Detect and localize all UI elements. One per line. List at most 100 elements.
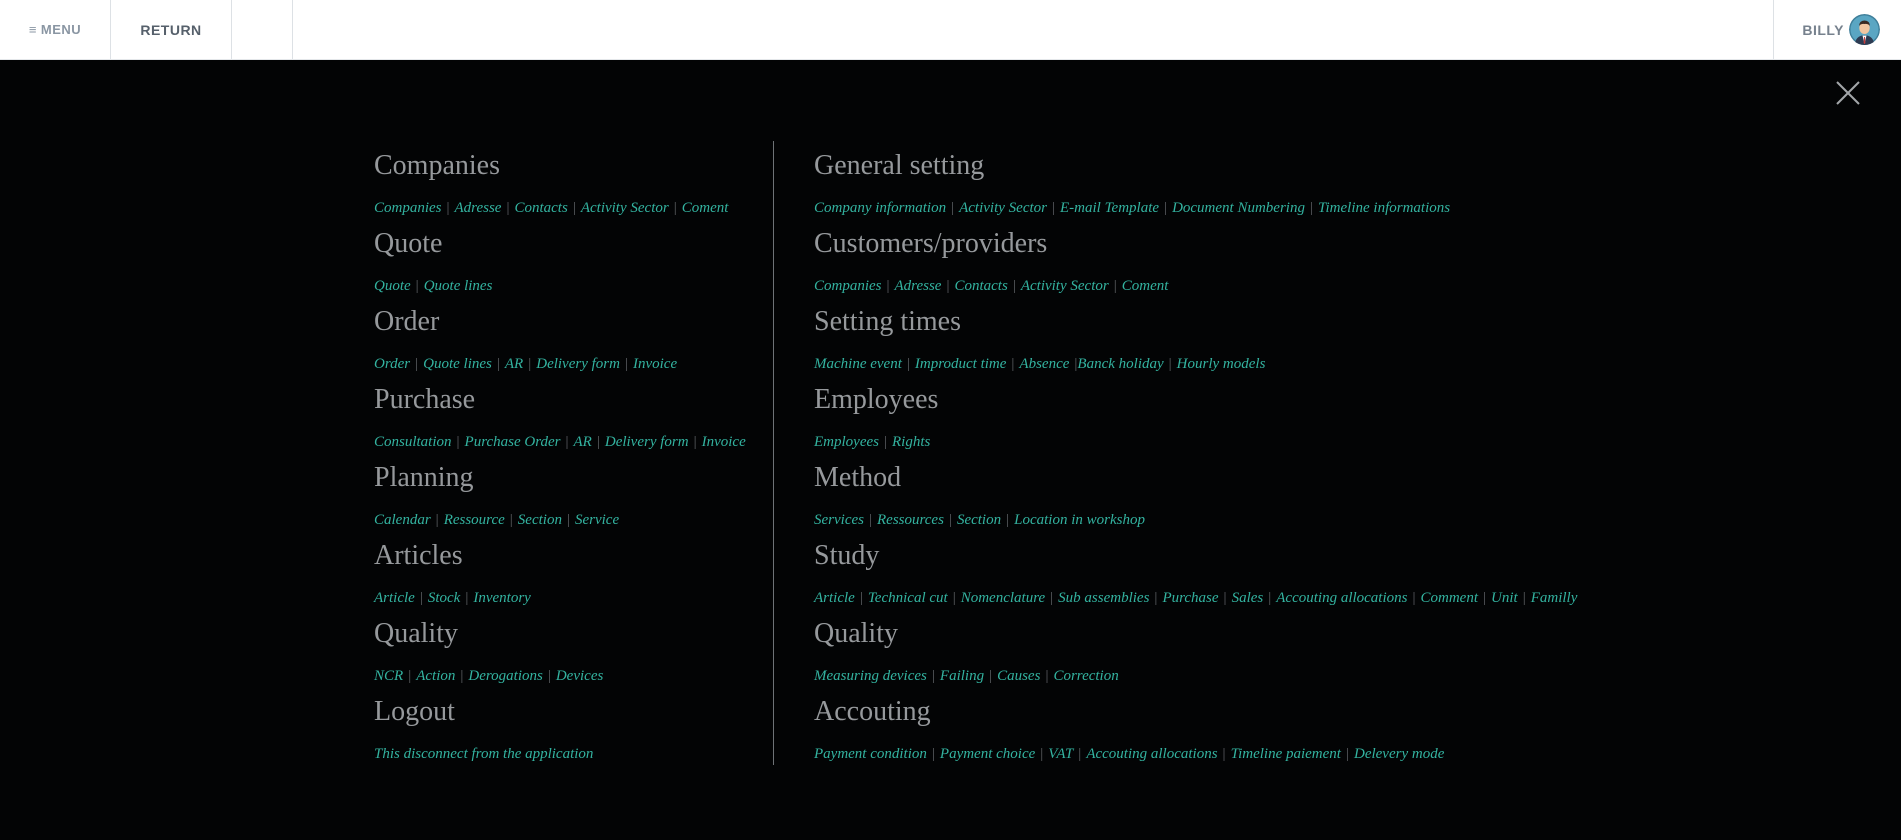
menu-link-adresse[interactable]: Adresse xyxy=(455,200,502,216)
section-title: Accouting xyxy=(814,696,931,727)
menu-link-document-numbering[interactable]: Document Numbering xyxy=(1172,200,1305,216)
menu-link-machine-event[interactable]: Machine event xyxy=(814,356,902,372)
menu-link-ressource[interactable]: Ressource xyxy=(444,512,505,528)
menu-link-comment[interactable]: Comment xyxy=(1421,590,1479,606)
menu-link-contacts[interactable]: Contacts xyxy=(954,278,1007,294)
link-separator: | xyxy=(1268,590,1272,606)
menu-link-services[interactable]: Services xyxy=(814,512,864,528)
return-button[interactable]: RETURN xyxy=(111,0,232,59)
menu-link-stock[interactable]: Stock xyxy=(428,590,460,606)
menu-link-sales[interactable]: Sales xyxy=(1232,590,1264,606)
link-separator: | xyxy=(1113,278,1117,294)
menu-link-quote-lines[interactable]: Quote lines xyxy=(424,278,493,294)
menu-link-purchase[interactable]: Purchase xyxy=(1162,590,1218,606)
menu-link-devices[interactable]: Devices xyxy=(556,668,603,684)
menu-link-ncr[interactable]: NCR xyxy=(374,668,403,684)
menu-link-section[interactable]: Section xyxy=(957,512,1001,528)
menu-link-adresse[interactable]: Adresse xyxy=(895,278,942,294)
menu-link-payment-choice[interactable]: Payment choice xyxy=(940,746,1035,762)
section-links: Quote | Quote lines xyxy=(374,278,492,294)
menu-link-section[interactable]: Section xyxy=(518,512,562,528)
menu-link-contacts[interactable]: Contacts xyxy=(514,200,567,216)
menu-link-companies[interactable]: Companies xyxy=(374,200,442,216)
menu-link-consultation[interactable]: Consultation xyxy=(374,434,452,450)
menu-link-ressources[interactable]: Ressources xyxy=(877,512,944,528)
menu-link-purchase-order[interactable]: Purchase Order xyxy=(465,434,561,450)
link-separator: | xyxy=(1222,746,1226,762)
menu-link-banck-holiday[interactable]: Banck holiday xyxy=(1077,356,1163,372)
close-icon[interactable] xyxy=(1834,79,1862,107)
menu-link-activity-sector[interactable]: Activity Sector xyxy=(1021,278,1109,294)
section-title: Purchase xyxy=(374,384,476,415)
section-title: Employees xyxy=(814,384,939,415)
link-separator: | xyxy=(1006,512,1010,528)
menu-link-accouting-allocations[interactable]: Accouting allocations xyxy=(1276,590,1407,606)
top-navbar: ≡ MENU RETURN BILLY xyxy=(0,0,1901,60)
menu-button[interactable]: ≡ MENU xyxy=(0,0,111,59)
link-separator: | xyxy=(509,512,513,528)
section-links: Calendar | Ressource | Section | Service xyxy=(374,512,619,528)
menu-link-ar[interactable]: AR xyxy=(505,356,523,372)
menu-link-measuring-devices[interactable]: Measuring devices xyxy=(814,668,927,684)
empty-nav-slot[interactable] xyxy=(232,0,293,59)
link-separator: | xyxy=(624,356,628,372)
menu-link-timeline-informations[interactable]: Timeline informations xyxy=(1318,200,1450,216)
menu-link-ar[interactable]: AR xyxy=(574,434,592,450)
menu-link-hourly-models[interactable]: Hourly models xyxy=(1177,356,1266,372)
menu-link-unit[interactable]: Unit xyxy=(1491,590,1518,606)
menu-link-familly[interactable]: Familly xyxy=(1531,590,1578,606)
menu-link-coment[interactable]: Coment xyxy=(1122,278,1169,294)
menu-link-vat[interactable]: VAT xyxy=(1048,746,1073,762)
menu-link-rights[interactable]: Rights xyxy=(892,434,930,450)
menu-link-technical-cut[interactable]: Technical cut xyxy=(868,590,948,606)
menu-link-improduct-time[interactable]: Improduct time xyxy=(915,356,1007,372)
menu-link-delivery-form[interactable]: Delivery form xyxy=(605,434,689,450)
menu-link-derogations[interactable]: Derogations xyxy=(468,668,542,684)
link-separator: | xyxy=(1412,590,1416,606)
menu-link-activity-sector[interactable]: Activity Sector xyxy=(959,200,1047,216)
link-separator: | xyxy=(1012,278,1016,294)
menu-link-service[interactable]: Service xyxy=(575,512,619,528)
menu-link-payment-condition[interactable]: Payment condition xyxy=(814,746,927,762)
menu-link-accouting-allocations[interactable]: Accouting allocations xyxy=(1086,746,1217,762)
link-separator: | xyxy=(415,356,419,372)
menu-link-failing[interactable]: Failing xyxy=(940,668,984,684)
menu-link-quote[interactable]: Quote xyxy=(374,278,411,294)
menu-link-delevery-mode[interactable]: Delevery mode xyxy=(1354,746,1444,762)
section-title: Companies xyxy=(374,150,500,181)
menu-link-inventory[interactable]: Inventory xyxy=(473,590,530,606)
menu-link-correction[interactable]: Correction xyxy=(1053,668,1118,684)
user-menu[interactable]: BILLY xyxy=(1773,0,1901,59)
menu-link-invoice[interactable]: Invoice xyxy=(702,434,746,450)
menu-link-delivery-form[interactable]: Delivery form xyxy=(536,356,620,372)
menu-link-employees[interactable]: Employees xyxy=(814,434,879,450)
menu-link-company-information[interactable]: Company information xyxy=(814,200,946,216)
menu-link-location-in-workshop[interactable]: Location in workshop xyxy=(1014,512,1145,528)
menu-link-sub-assemblies[interactable]: Sub assemblies xyxy=(1058,590,1149,606)
menu-link-article[interactable]: Article xyxy=(814,590,855,606)
menu-link-article[interactable]: Article xyxy=(374,590,415,606)
menu-link-absence[interactable]: Absence xyxy=(1019,356,1069,372)
menu-link-causes[interactable]: Causes xyxy=(997,668,1040,684)
menu-link-order[interactable]: Order xyxy=(374,356,410,372)
menu-link-companies[interactable]: Companies xyxy=(814,278,882,294)
menu-link-quote-lines[interactable]: Quote lines xyxy=(423,356,492,372)
link-separator: | xyxy=(693,434,697,450)
return-label: RETURN xyxy=(140,21,202,38)
menu-link-this-disconnect-from-the-application[interactable]: This disconnect from the application xyxy=(374,746,593,762)
hamburger-icon: ≡ xyxy=(28,22,37,37)
section-links: Companies | Adresse | Contacts | Activity Sect… xyxy=(374,200,728,216)
link-separator: | xyxy=(1052,200,1056,216)
menu-link-coment[interactable]: Coment xyxy=(682,200,729,216)
section-links: Company information | Activity Sector | E-ma… xyxy=(814,200,1450,216)
menu-link-activity-sector[interactable]: Activity Sector xyxy=(581,200,669,216)
menu-link-calendar[interactable]: Calendar xyxy=(374,512,431,528)
link-separator: | xyxy=(868,512,872,528)
section-links: Employees | Rights xyxy=(814,434,930,450)
menu-link-nomenclature[interactable]: Nomenclature xyxy=(961,590,1045,606)
menu-link-invoice[interactable]: Invoice xyxy=(633,356,677,372)
menu-link-action[interactable]: Action xyxy=(416,668,455,684)
menu-link-timeline-paiement[interactable]: Timeline paiement xyxy=(1231,746,1341,762)
menu-link-e-mail-template[interactable]: E-mail Template xyxy=(1060,200,1159,216)
link-separator: | xyxy=(952,590,956,606)
